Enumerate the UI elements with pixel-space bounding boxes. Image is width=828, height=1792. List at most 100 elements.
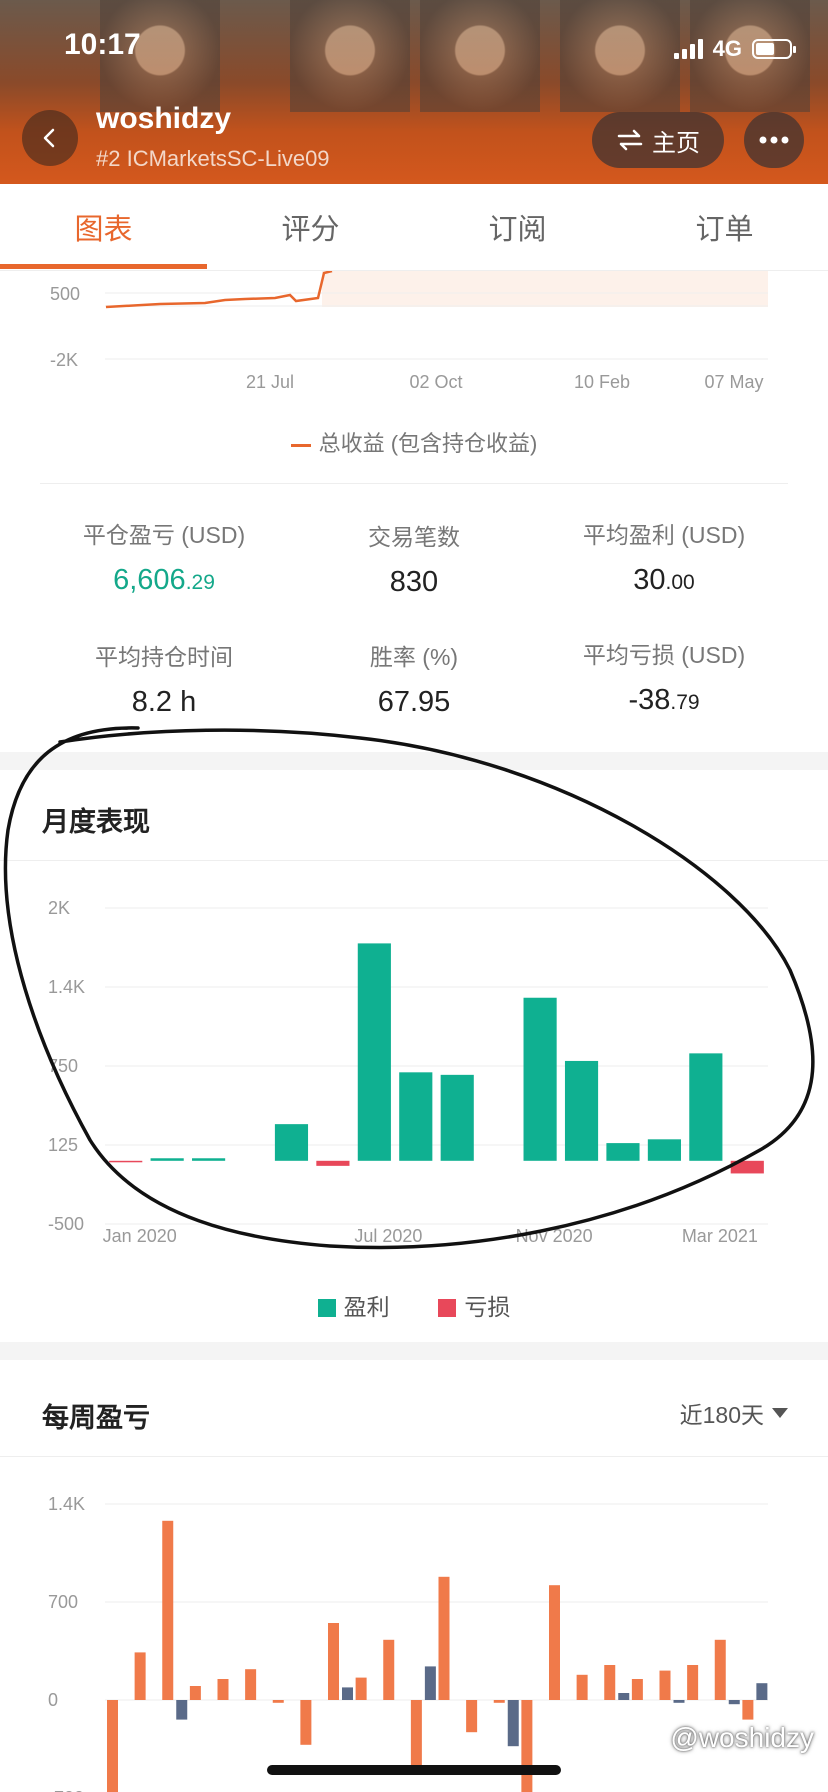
weekly-bar — [410, 1700, 422, 1775]
home-button-label: 主页 — [652, 129, 700, 157]
stat-value-int: -38 — [628, 684, 671, 716]
x-tick-label: 07 May — [704, 372, 763, 392]
equity-legend: 总收益 (包含持仓收益) — [0, 426, 828, 458]
tab-orders[interactable]: 订单 — [621, 206, 828, 248]
stat-value: 67.95 — [377, 686, 451, 718]
battery-icon — [752, 39, 796, 59]
background-photo — [560, 0, 680, 112]
username: woshidzy — [96, 102, 232, 135]
y-tick-label: 700 — [48, 1592, 78, 1612]
stat-label: 平均亏损 (USD) — [582, 642, 746, 668]
stat-value-dec: .79 — [670, 691, 700, 714]
watermark: @woshidzy — [670, 1722, 814, 1753]
weekly-secondary-bar — [618, 1693, 630, 1700]
weekly-bar — [493, 1700, 505, 1703]
weekly-bar — [383, 1639, 395, 1700]
stat-trades: 交易笔数 830 — [284, 518, 544, 599]
weekly-bar — [659, 1670, 671, 1700]
weekly-bar — [576, 1674, 588, 1700]
divider — [0, 1456, 828, 1457]
stat-value: -38.79 — [534, 684, 794, 717]
weekly-secondary-bar — [507, 1700, 519, 1747]
equity-chart: 500 -2K 21 Jul 02 Oct 10 Feb 07 May — [50, 271, 768, 392]
stat-avg-profit: 平均盈利 (USD) 30.00 — [534, 516, 794, 597]
weekly-bar — [272, 1700, 284, 1703]
weekly-secondary-bar — [176, 1700, 188, 1720]
stat-value: 30.00 — [534, 564, 794, 597]
tab-chart[interactable]: 图表 — [0, 206, 207, 248]
back-button[interactable] — [22, 110, 78, 166]
weekly-bar — [742, 1700, 754, 1720]
period-select-label: 近180天 — [679, 1402, 764, 1428]
weekly-bar — [162, 1520, 174, 1700]
y-tick-label: -700 — [48, 1788, 84, 1792]
equity-line — [105, 271, 333, 309]
network-type: 4G — [712, 36, 742, 61]
legend-profit-label: 盈利 — [343, 1294, 390, 1320]
legend-loss-label: 亏损 — [464, 1294, 511, 1320]
divider — [40, 483, 788, 484]
equity-area — [322, 271, 768, 307]
period-select[interactable]: 近180天 — [680, 1396, 788, 1430]
weekly-bar — [521, 1700, 533, 1792]
weekly-secondary-bar — [342, 1687, 353, 1700]
stat-value: 6,606.29 — [34, 564, 294, 597]
more-dots-icon — [759, 136, 789, 144]
stat-value: 8.2 h — [131, 686, 197, 718]
stat-value-dec: .00 — [665, 571, 695, 594]
stat-win-rate: 胜率 (%) 67.95 — [284, 638, 544, 719]
status-time: 10:17 — [64, 28, 141, 61]
stat-value-dec: .29 — [185, 571, 215, 594]
equity-legend-label: 总收益 (包含持仓收益) — [318, 431, 538, 456]
weekly-secondary-bar — [728, 1700, 740, 1705]
home-indicator[interactable] — [267, 1765, 561, 1775]
weekly-bar — [466, 1700, 478, 1733]
tab-rating[interactable]: 评分 — [207, 206, 414, 248]
x-tick-label: 21 Jul — [246, 372, 294, 392]
tab-subscribe[interactable]: 订阅 — [414, 206, 621, 248]
weekly-bar — [687, 1665, 699, 1700]
swap-icon — [617, 129, 643, 151]
active-tab-indicator — [0, 264, 207, 269]
stat-label: 交易笔数 — [368, 524, 460, 550]
x-tick-label: 02 Oct — [409, 372, 462, 392]
stat-closed-pnl: 平仓盈亏 (USD) 6,606.29 — [34, 516, 294, 597]
status-indicators: 4G — [673, 36, 796, 62]
section-gap — [0, 1342, 828, 1360]
weekly-bar — [245, 1669, 257, 1700]
weekly-secondary-bar — [756, 1683, 768, 1700]
tab-bar: 图表 评分 订阅 订单 — [0, 184, 828, 271]
weekly-bar — [604, 1665, 616, 1700]
weekly-secondary-bar — [673, 1700, 685, 1703]
chevron-left-icon — [43, 128, 55, 148]
weekly-bar — [189, 1686, 201, 1700]
y-tick-label: 500 — [50, 284, 80, 304]
weekly-bar — [549, 1585, 560, 1700]
weekly-bar — [217, 1679, 229, 1700]
weekly-bar — [328, 1623, 339, 1700]
home-button[interactable]: 主页 — [592, 112, 724, 168]
stat-value: 830 — [389, 566, 439, 598]
stat-value-int: 6,606 — [113, 564, 186, 596]
stat-avg-loss: 平均亏损 (USD) -38.79 — [534, 636, 794, 717]
legend-line-swatch — [290, 443, 311, 447]
stat-label: 平均持仓时间 — [95, 644, 233, 670]
stat-avg-hold: 平均持仓时间 8.2 h — [34, 638, 294, 719]
signal-icon — [673, 39, 703, 59]
profile-header: 10:17 4G woshidzy #2 ICMarketsSC-Live09 … — [0, 0, 828, 184]
background-photo — [420, 0, 540, 112]
hand-drawn-circle — [3, 726, 815, 1250]
more-button[interactable] — [744, 112, 804, 168]
weekly-title: 每周盈亏 — [42, 1403, 150, 1433]
y-tick-label: 1.4K — [48, 1494, 85, 1514]
weekly-bar — [631, 1679, 643, 1700]
account-name: #2 ICMarketsSC-Live09 — [96, 146, 330, 171]
weekly-bar — [134, 1652, 146, 1700]
legend-profit-swatch — [317, 1299, 336, 1317]
weekly-bar — [355, 1677, 367, 1700]
weekly-bar — [438, 1576, 450, 1700]
y-tick-label: 0 — [48, 1690, 58, 1710]
stat-label: 平仓盈亏 (USD) — [82, 522, 246, 548]
weekly-bar — [300, 1700, 312, 1745]
stat-label: 胜率 (%) — [369, 644, 459, 670]
